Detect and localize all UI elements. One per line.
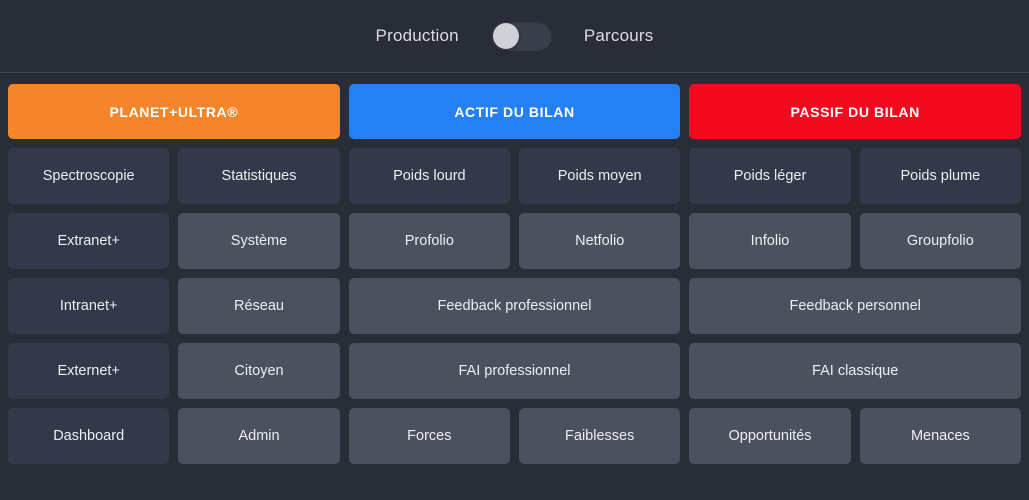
tile-netfolio[interactable]: Netfolio [519, 213, 681, 269]
tile-poids-lourd[interactable]: Poids lourd [348, 148, 511, 204]
button-row: Poids léger Poids plume [689, 148, 1022, 204]
tile-citoyen[interactable]: Citoyen [178, 343, 340, 399]
button-row: Forces Faiblesses [348, 408, 681, 464]
tile-fai-professionnel[interactable]: FAI professionnel [348, 343, 681, 399]
tile-admin[interactable]: Admin [178, 408, 340, 464]
mode-toggle-bar: Production Parcours [0, 0, 1029, 73]
button-row: FAI classique [689, 343, 1022, 399]
tile-feedback-professionnel[interactable]: Feedback professionnel [348, 278, 681, 334]
tile-profolio[interactable]: Profolio [348, 213, 511, 269]
section-header-planet-ultra[interactable]: PLANET+ULTRA® [8, 84, 340, 139]
section-passif-du-bilan: PASSIF DU BILAN Poids léger Poids plume Inf… [689, 84, 1022, 464]
mode-label-production: Production [375, 26, 459, 45]
tile-spectroscopie[interactable]: Spectroscopie [8, 148, 170, 204]
tile-feedback-personnel[interactable]: Feedback personnel [689, 278, 1022, 334]
tile-externet[interactable]: Externet+ [8, 343, 170, 399]
button-row: Poids lourd Poids moyen [348, 148, 681, 204]
button-row: Externet+ Citoyen [8, 343, 340, 399]
section-header-passif-du-bilan[interactable]: PASSIF DU BILAN [689, 84, 1022, 139]
button-row: Spectroscopie Statistiques [8, 148, 340, 204]
mode-toggle-switch[interactable] [490, 21, 552, 51]
tile-reseau[interactable]: Réseau [178, 278, 340, 334]
tile-systeme[interactable]: Système [178, 213, 340, 269]
tile-fai-classique[interactable]: FAI classique [689, 343, 1022, 399]
section-planet-ultra: PLANET+ULTRA® Spectroscopie Statistiques Ex… [8, 84, 340, 464]
tile-poids-leger[interactable]: Poids léger [689, 148, 851, 204]
button-row: Intranet+ Réseau [8, 278, 340, 334]
tile-intranet[interactable]: Intranet+ [8, 278, 170, 334]
sections-board: PLANET+ULTRA® Spectroscopie Statistiques Ex… [0, 73, 1029, 472]
mode-label-parcours: Parcours [583, 26, 654, 45]
button-row: Feedback personnel [689, 278, 1022, 334]
tile-statistiques[interactable]: Statistiques [178, 148, 340, 204]
button-row: Dashboard Admin [8, 408, 340, 464]
tile-extranet[interactable]: Extranet+ [8, 213, 170, 269]
tile-forces[interactable]: Forces [348, 408, 511, 464]
button-row: Extranet+ Système [8, 213, 340, 269]
tile-infolio[interactable]: Infolio [689, 213, 851, 269]
sections-container: PLANET+ULTRA® Spectroscopie Statistiques Ex… [8, 84, 1022, 464]
tile-poids-moyen[interactable]: Poids moyen [519, 148, 681, 204]
tile-faiblesses[interactable]: Faiblesses [519, 408, 681, 464]
tile-opportunites[interactable]: Opportunités [689, 408, 851, 464]
section-header-actif-du-bilan[interactable]: ACTIF DU BILAN [348, 84, 681, 139]
button-row: Opportunités Menaces [689, 408, 1022, 464]
tile-dashboard[interactable]: Dashboard [8, 408, 170, 464]
button-row: FAI professionnel [348, 343, 681, 399]
toggle-knob [492, 23, 519, 49]
button-row: Feedback professionnel [348, 278, 681, 334]
tile-poids-plume[interactable]: Poids plume [859, 148, 1022, 204]
button-row: Infolio Groupfolio [689, 213, 1022, 269]
tile-menaces[interactable]: Menaces [859, 408, 1022, 464]
section-actif-du-bilan: ACTIF DU BILAN Poids lourd Poids moyen Prof… [348, 84, 681, 464]
button-row: Profolio Netfolio [348, 213, 681, 269]
tile-groupfolio[interactable]: Groupfolio [859, 213, 1022, 269]
